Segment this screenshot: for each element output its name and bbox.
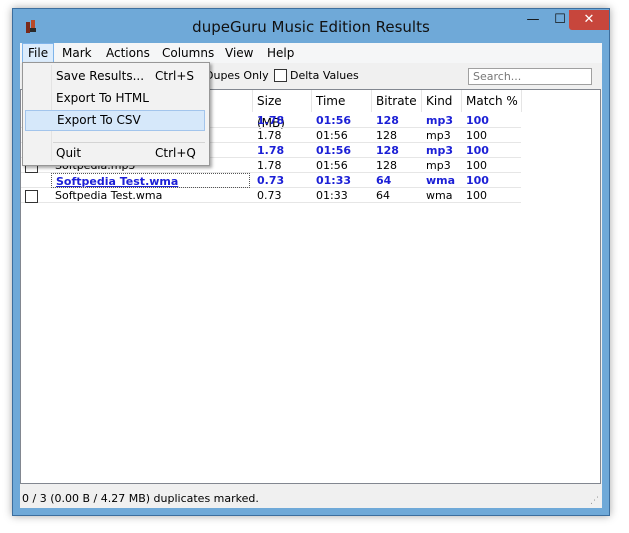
menu-bar: File Mark Actions Columns View Help <box>20 43 602 63</box>
file-menu-dropdown: Save Results... Ctrl+S Export To HTML Ex… <box>22 62 210 166</box>
table-cell-size: 0.73 <box>257 174 285 187</box>
table-cell-time: 01:56 <box>316 114 352 127</box>
table-cell-bitrate: 128 <box>376 159 397 172</box>
table-cell-kind: mp3 <box>426 129 451 142</box>
table-cell-bitrate: 128 <box>376 144 399 157</box>
menu-actions[interactable]: Actions <box>101 43 155 63</box>
menu-item-export-csv[interactable]: Export To CSV <box>25 110 205 131</box>
title-bar[interactable]: dupeGuru Music Edition Results — ☐ ✕ <box>13 9 609 43</box>
table-cell-size: 1.78 <box>257 144 285 157</box>
menu-mark[interactable]: Mark <box>57 43 97 63</box>
search-input[interactable]: Search... <box>468 68 592 85</box>
column-header-time[interactable]: Time <box>312 90 372 112</box>
menu-item-shortcut: Ctrl+Q <box>155 146 196 160</box>
table-cell-bitrate: 64 <box>376 189 390 202</box>
table-cell-bitrate: 64 <box>376 174 392 187</box>
table-cell-kind: wma <box>426 189 453 202</box>
table-cell-match: 100 <box>466 144 489 157</box>
menu-item-export-html[interactable]: Export To HTML <box>25 88 205 109</box>
column-header-kind[interactable]: Kind <box>422 90 462 112</box>
column-header-match[interactable]: Match % <box>462 90 522 112</box>
table-cell-match: 100 <box>466 159 487 172</box>
close-button[interactable]: ✕ <box>569 10 609 30</box>
menu-item-save-results[interactable]: Save Results... Ctrl+S <box>25 66 205 87</box>
table-row-name[interactable]: Softpedia Test.wma <box>51 173 250 188</box>
table-cell-kind: mp3 <box>426 159 451 172</box>
delta-values-label[interactable]: Delta Values <box>290 69 359 82</box>
minimize-button[interactable]: — <box>519 10 547 30</box>
table-cell-size: 1.78 <box>257 159 282 172</box>
menu-item-label: Save Results... <box>56 69 145 83</box>
table-cell-size: 1.78 <box>257 114 285 127</box>
menu-item-quit[interactable]: Quit Ctrl+Q <box>25 143 205 164</box>
resize-grip-icon[interactable]: ⋰ <box>590 496 600 506</box>
table-cell-time: 01:56 <box>316 129 348 142</box>
status-bar: 0 / 3 (0.00 B / 4.27 MB) duplicates mark… <box>22 492 259 505</box>
column-header-size[interactable]: Size (MB) <box>253 90 312 130</box>
menu-columns[interactable]: Columns <box>157 43 219 63</box>
table-cell-match: 100 <box>466 129 487 142</box>
table-cell-time: 01:33 <box>316 174 352 187</box>
dupes-only-label[interactable]: Dupes Only <box>205 69 269 82</box>
table-cell-time: 01:56 <box>316 159 348 172</box>
delta-values-checkbox[interactable] <box>274 69 287 82</box>
table-cell-time: 01:56 <box>316 144 352 157</box>
menu-help[interactable]: Help <box>262 43 299 63</box>
menu-item-label: Export To HTML <box>56 91 149 105</box>
menu-item-shortcut: Ctrl+S <box>155 69 195 83</box>
table-cell-size: 1.78 <box>257 129 282 142</box>
table-cell-bitrate: 128 <box>376 114 399 127</box>
row-select-checkbox[interactable] <box>25 190 38 203</box>
table-cell-size: 0.73 <box>257 189 282 202</box>
menu-file[interactable]: File <box>22 43 55 63</box>
table-cell-bitrate: 128 <box>376 129 397 142</box>
column-header-bitrate[interactable]: Bitrate <box>372 90 422 112</box>
table-cell-match: 100 <box>466 114 489 127</box>
table-cell-kind: mp3 <box>426 114 453 127</box>
menu-item-label: Quit <box>56 146 82 160</box>
menu-view[interactable]: View <box>220 43 258 63</box>
menu-item-label: Export To CSV <box>57 113 141 127</box>
table-row-name[interactable]: Softpedia Test.wma <box>51 188 253 203</box>
table-cell-kind: mp3 <box>426 144 453 157</box>
table-cell-time: 01:33 <box>316 189 348 202</box>
table-cell-match: 100 <box>466 174 489 187</box>
table-cell-kind: wma <box>426 174 456 187</box>
table-cell-match: 100 <box>466 189 487 202</box>
